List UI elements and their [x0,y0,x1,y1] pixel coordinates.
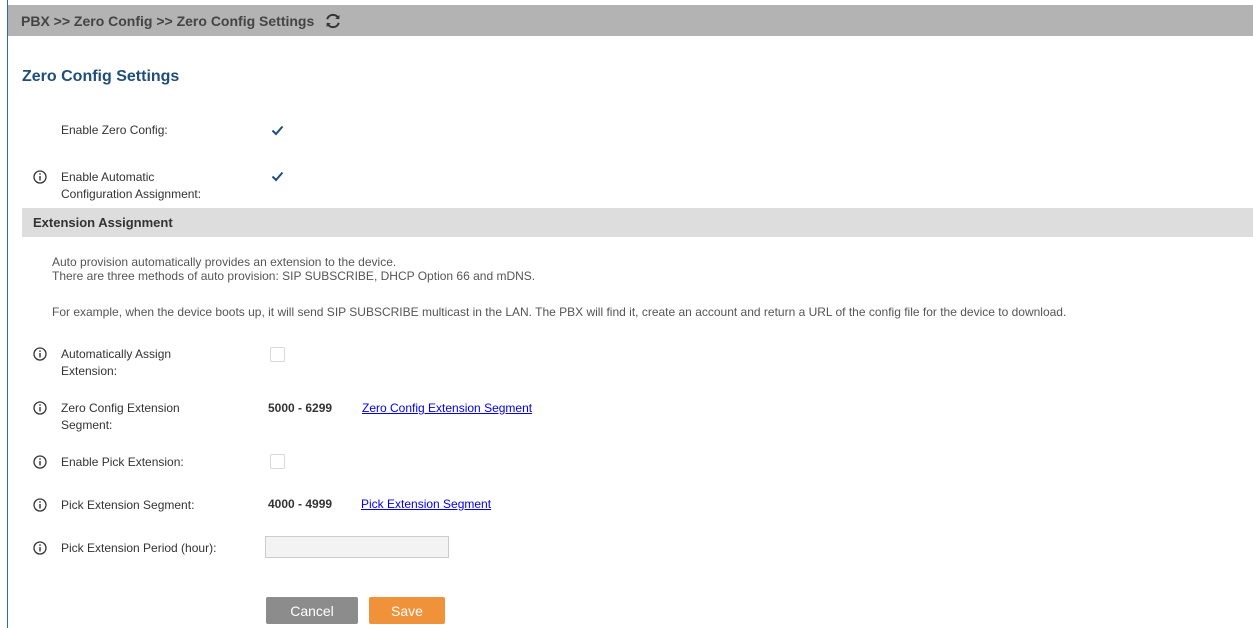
info-icon[interactable] [33,455,47,469]
pick-extension-segment-link[interactable]: Pick Extension Segment [361,497,491,511]
enable-pick-extension-label: Enable Pick Extension: [61,455,184,469]
breadcrumb: PBX >> Zero Config >> Zero Config Settin… [8,5,1253,36]
section-title: Extension Assignment [33,215,173,230]
pick-extension-period-input[interactable] [265,536,449,558]
enable-pick-extension-checkbox[interactable] [270,454,285,469]
checkmark-icon [271,125,284,136]
enable-zero-config-label: Enable Zero Config: [61,123,168,137]
refresh-icon[interactable] [324,12,342,30]
save-button[interactable]: Save [369,597,445,624]
section-description-line2: There are three methods of auto provisio… [52,269,536,283]
zero-config-segment-label-line1: Zero Config Extension [61,401,180,415]
section-description-line1: Auto provision automatically provides an… [52,255,397,269]
section-description-line3: For example, when the device boots up, i… [52,305,1067,319]
auto-assign-extension-checkbox[interactable] [270,347,285,362]
enable-auto-config-label-line1: Enable Automatic [61,170,155,184]
auto-assign-extension-label-line2: Extension: [61,364,118,378]
zero-config-segment-label: Zero Config Extension Segment: [61,400,251,434]
enable-auto-config-label-line2: Configuration Assignment: [61,187,202,201]
enable-auto-config-label: Enable Automatic Configuration Assignmen… [61,169,251,203]
info-icon[interactable] [33,541,47,555]
zero-config-segment-link[interactable]: Zero Config Extension Segment [362,401,532,415]
cancel-button[interactable]: Cancel [266,597,358,624]
pick-extension-period-label: Pick Extension Period (hour): [61,541,217,555]
info-icon[interactable] [33,401,47,415]
auto-assign-extension-label: Automatically Assign Extension: [61,346,251,380]
checkmark-icon [271,171,284,182]
breadcrumb-text: PBX >> Zero Config >> Zero Config Settin… [21,12,315,29]
info-icon[interactable] [33,498,47,512]
info-icon[interactable] [33,347,47,361]
auto-assign-extension-label-line1: Automatically Assign [61,347,172,361]
zero-config-segment-value: 5000 - 6299 [268,401,333,415]
enable-auto-config-checkbox[interactable] [270,169,285,184]
section-header: Extension Assignment [22,208,1253,237]
zero-config-segment-label-line2: Segment: [61,418,113,432]
info-icon[interactable] [33,170,47,184]
pick-extension-segment-value: 4000 - 4999 [268,497,333,511]
pick-extension-segment-label: Pick Extension Segment: [61,498,195,512]
enable-zero-config-checkbox[interactable] [270,123,285,138]
page-title: Zero Config Settings [22,68,180,85]
